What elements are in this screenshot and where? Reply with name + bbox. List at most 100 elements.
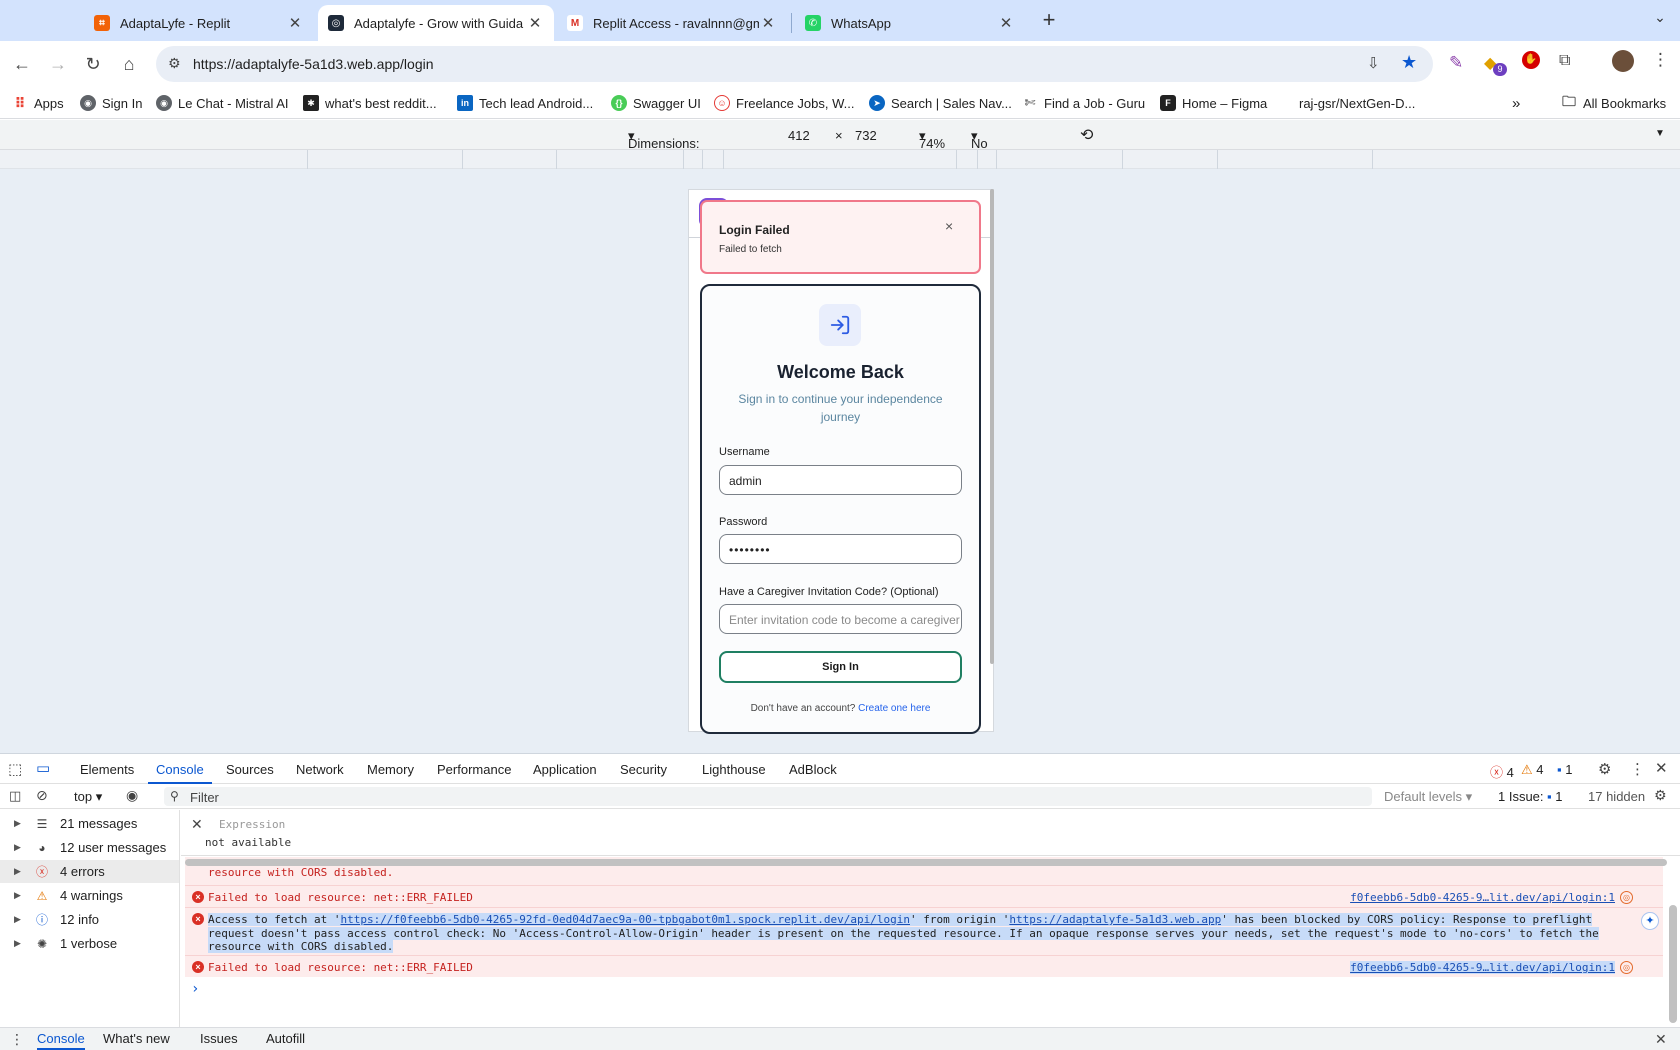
device-height-input[interactable]: 732 [855,128,877,143]
expression-input[interactable]: Expression [219,818,285,831]
log-levels-dropdown[interactable]: Default levels ▾ [1384,789,1472,805]
inspect-element-icon[interactable]: ⬚ [8,760,22,778]
console-filter-input[interactable]: ⚲ Filter [164,787,1372,806]
bookmark-item[interactable]: F Home – Figma [1160,93,1267,113]
tab-application[interactable]: Application [533,762,597,777]
issues-counter[interactable]: ▪ 1 [1547,789,1562,804]
address-bar[interactable]: ⚙ https://adaptalyfe-5a1d3.web.app/login… [156,46,1433,82]
drawer-tab-issues[interactable]: Issues [200,1031,238,1046]
reload-icon[interactable]: ↻ [77,48,109,80]
warning-count-badge[interactable]: ⚠ 4 [1521,762,1544,778]
browser-tab[interactable]: ✆ WhatsApp ✕ [795,5,1025,41]
close-devtools-icon[interactable]: ✕ [1655,759,1668,777]
device-toggle-icon[interactable]: ▭ [36,759,50,777]
tab-console[interactable]: Console [156,762,204,777]
ai-insight-bulb-icon[interactable]: ✦ [1641,912,1659,930]
profile-avatar[interactable] [1612,50,1634,72]
bookmark-apps[interactable]: ⠿ Apps [12,93,64,113]
message-count-badge[interactable]: ▪ 1 [1557,762,1572,777]
close-tab-icon[interactable]: ✕ [997,14,1015,32]
all-bookmarks[interactable]: 🗀 All Bookmarks [1561,93,1666,113]
tab-elements[interactable]: Elements [80,762,134,777]
drawer-tab-whats-new[interactable]: What's new [103,1031,170,1046]
bookmark-item[interactable]: ✱ what's best reddit... [303,93,437,113]
sidebar-item-user-messages[interactable]: ▶ ◕ 12 user messages [0,836,179,859]
close-drawer-icon[interactable]: ✕ [1655,1031,1667,1048]
source-network-icon[interactable]: ◎ [1620,891,1633,904]
bookmark-item[interactable]: ◉ Le Chat - Mistral AI [156,93,289,113]
remove-expression-icon[interactable]: ✕ [191,816,203,833]
bookmark-item[interactable]: ☺ Freelance Jobs, W... [714,93,855,113]
adblock-icon[interactable]: ✋ [1522,51,1540,69]
more-options-icon[interactable]: ⋮ [1630,760,1645,778]
close-tab-icon[interactable]: ✕ [526,14,544,32]
back-arrow-icon[interactable]: ← [6,48,38,80]
tab-lighthouse[interactable]: Lighthouse [702,762,766,777]
tab-performance[interactable]: Performance [437,762,511,777]
error-count-badge[interactable]: ⓧ 4 [1490,762,1514,781]
issues-label[interactable]: 1 Issue: [1498,789,1544,804]
console-prompt[interactable]: › [191,981,199,997]
throttling-dropdown[interactable]: No throttling ▾ [971,128,1021,166]
rotate-icon[interactable]: ⟲ [1080,125,1093,145]
bookmark-item[interactable]: ➤ Search | Sales Nav... [869,93,1012,113]
browser-tab[interactable]: M Replit Access - ravalnnn@gm ✕ [557,5,787,41]
bookmark-item[interactable]: {} Swagger UI [611,93,701,113]
bookmark-item[interactable]: in Tech lead Android... [457,93,593,113]
extensions-puzzle-icon[interactable]: ⧉ [1559,52,1570,70]
device-options-chevron-icon[interactable]: ▼ [1655,128,1665,139]
log-source-link[interactable]: f0feebb6-5db0-4265-9…lit.dev/api/login:1 [1350,891,1615,904]
tab-memory[interactable]: Memory [367,762,414,777]
pen-extension-icon[interactable]: ✎ [1449,53,1463,73]
browser-menu-icon[interactable]: ⋮ [1652,50,1669,70]
device-width-input[interactable]: 412 [788,128,810,143]
cors-origin-link[interactable]: https://adaptalyfe-5a1d3.web.app [1009,913,1222,926]
tab-adblock[interactable]: AdBlock [789,762,837,777]
tab-security[interactable]: Security [620,762,667,777]
sidebar-item-messages[interactable]: ▶ ☰ 21 messages [0,812,179,835]
zoom-dropdown[interactable]: 74% ▾ [919,128,945,151]
scrollbar-thumb[interactable] [1669,905,1677,1023]
close-tab-icon[interactable]: ✕ [286,14,304,32]
more-bookmarks-chevron-icon[interactable]: » [1512,93,1520,113]
sidebar-item-verbose[interactable]: ▶ ✺ 1 verbose [0,932,179,955]
sidebar-item-warnings[interactable]: ▶ ⚠ 4 warnings [0,884,179,907]
bookmark-item[interactable]: ◉ Sign In [80,93,142,113]
forward-arrow-icon[interactable]: → [42,48,74,80]
tab-search-chevron-icon[interactable]: ⌄ [1650,9,1670,31]
cors-api-link[interactable]: https://f0feebb6-5db0-4265-92fd-0ed04d7a… [340,913,910,926]
invite-code-input[interactable]: Enter invitation code to become a caregi… [719,604,962,634]
clear-console-icon[interactable]: ⊘ [36,787,48,804]
log-source-link[interactable]: f0feebb6-5db0-4265-9…lit.dev/api/login:1 [1350,961,1615,974]
bookmark-item[interactable]: raj-gsr/NextGen-D... [1299,93,1415,113]
close-tab-icon[interactable]: ✕ [759,14,777,32]
new-tab-plus-icon[interactable]: + [1037,9,1061,33]
password-input[interactable]: •••••••• [719,534,962,564]
site-settings-icon[interactable]: ⚙ [168,55,181,72]
console-settings-icon[interactable]: ⚙ [1654,787,1667,804]
tab-network[interactable]: Network [296,762,344,777]
sidebar-item-errors[interactable]: ▶ ⓧ 4 errors [0,860,179,883]
settings-gear-icon[interactable]: ⚙ [1598,760,1611,778]
device-scrollbar[interactable] [990,189,994,664]
tab-sources[interactable]: Sources [226,762,274,777]
source-network-icon[interactable]: ◎ [1620,961,1633,974]
drawer-tab-console[interactable]: Console [37,1031,85,1050]
create-account-link[interactable]: Create one here [858,703,930,714]
sidebar-toggle-icon[interactable]: ◫ [9,788,21,804]
drawer-tab-autofill[interactable]: Autofill [266,1031,305,1046]
install-app-icon[interactable]: ⇩ [1367,54,1380,72]
vertical-scrollbar[interactable] [1669,860,1677,1023]
bookmark-star-icon[interactable]: ★ [1401,52,1417,73]
bookmark-item[interactable]: ✄ Find a Job - Guru [1022,93,1146,113]
close-icon[interactable]: × [945,218,953,234]
browser-tab-active[interactable]: ◎ Adaptalyfe - Grow with Guida ✕ [318,5,554,41]
home-icon[interactable]: ⌂ [113,48,145,80]
context-selector[interactable]: top ▾ [74,789,102,805]
drawer-menu-icon[interactable]: ⋮ [10,1031,24,1048]
sidebar-item-info[interactable]: ▶ ⓘ 12 info [0,908,179,931]
sign-in-button[interactable]: Sign In [719,651,962,683]
username-input[interactable]: admin [719,465,962,495]
dimensions-dropdown[interactable]: Dimensions: Nexus 6 ▾ [628,128,700,166]
horizontal-scrollbar[interactable] [185,859,1667,866]
